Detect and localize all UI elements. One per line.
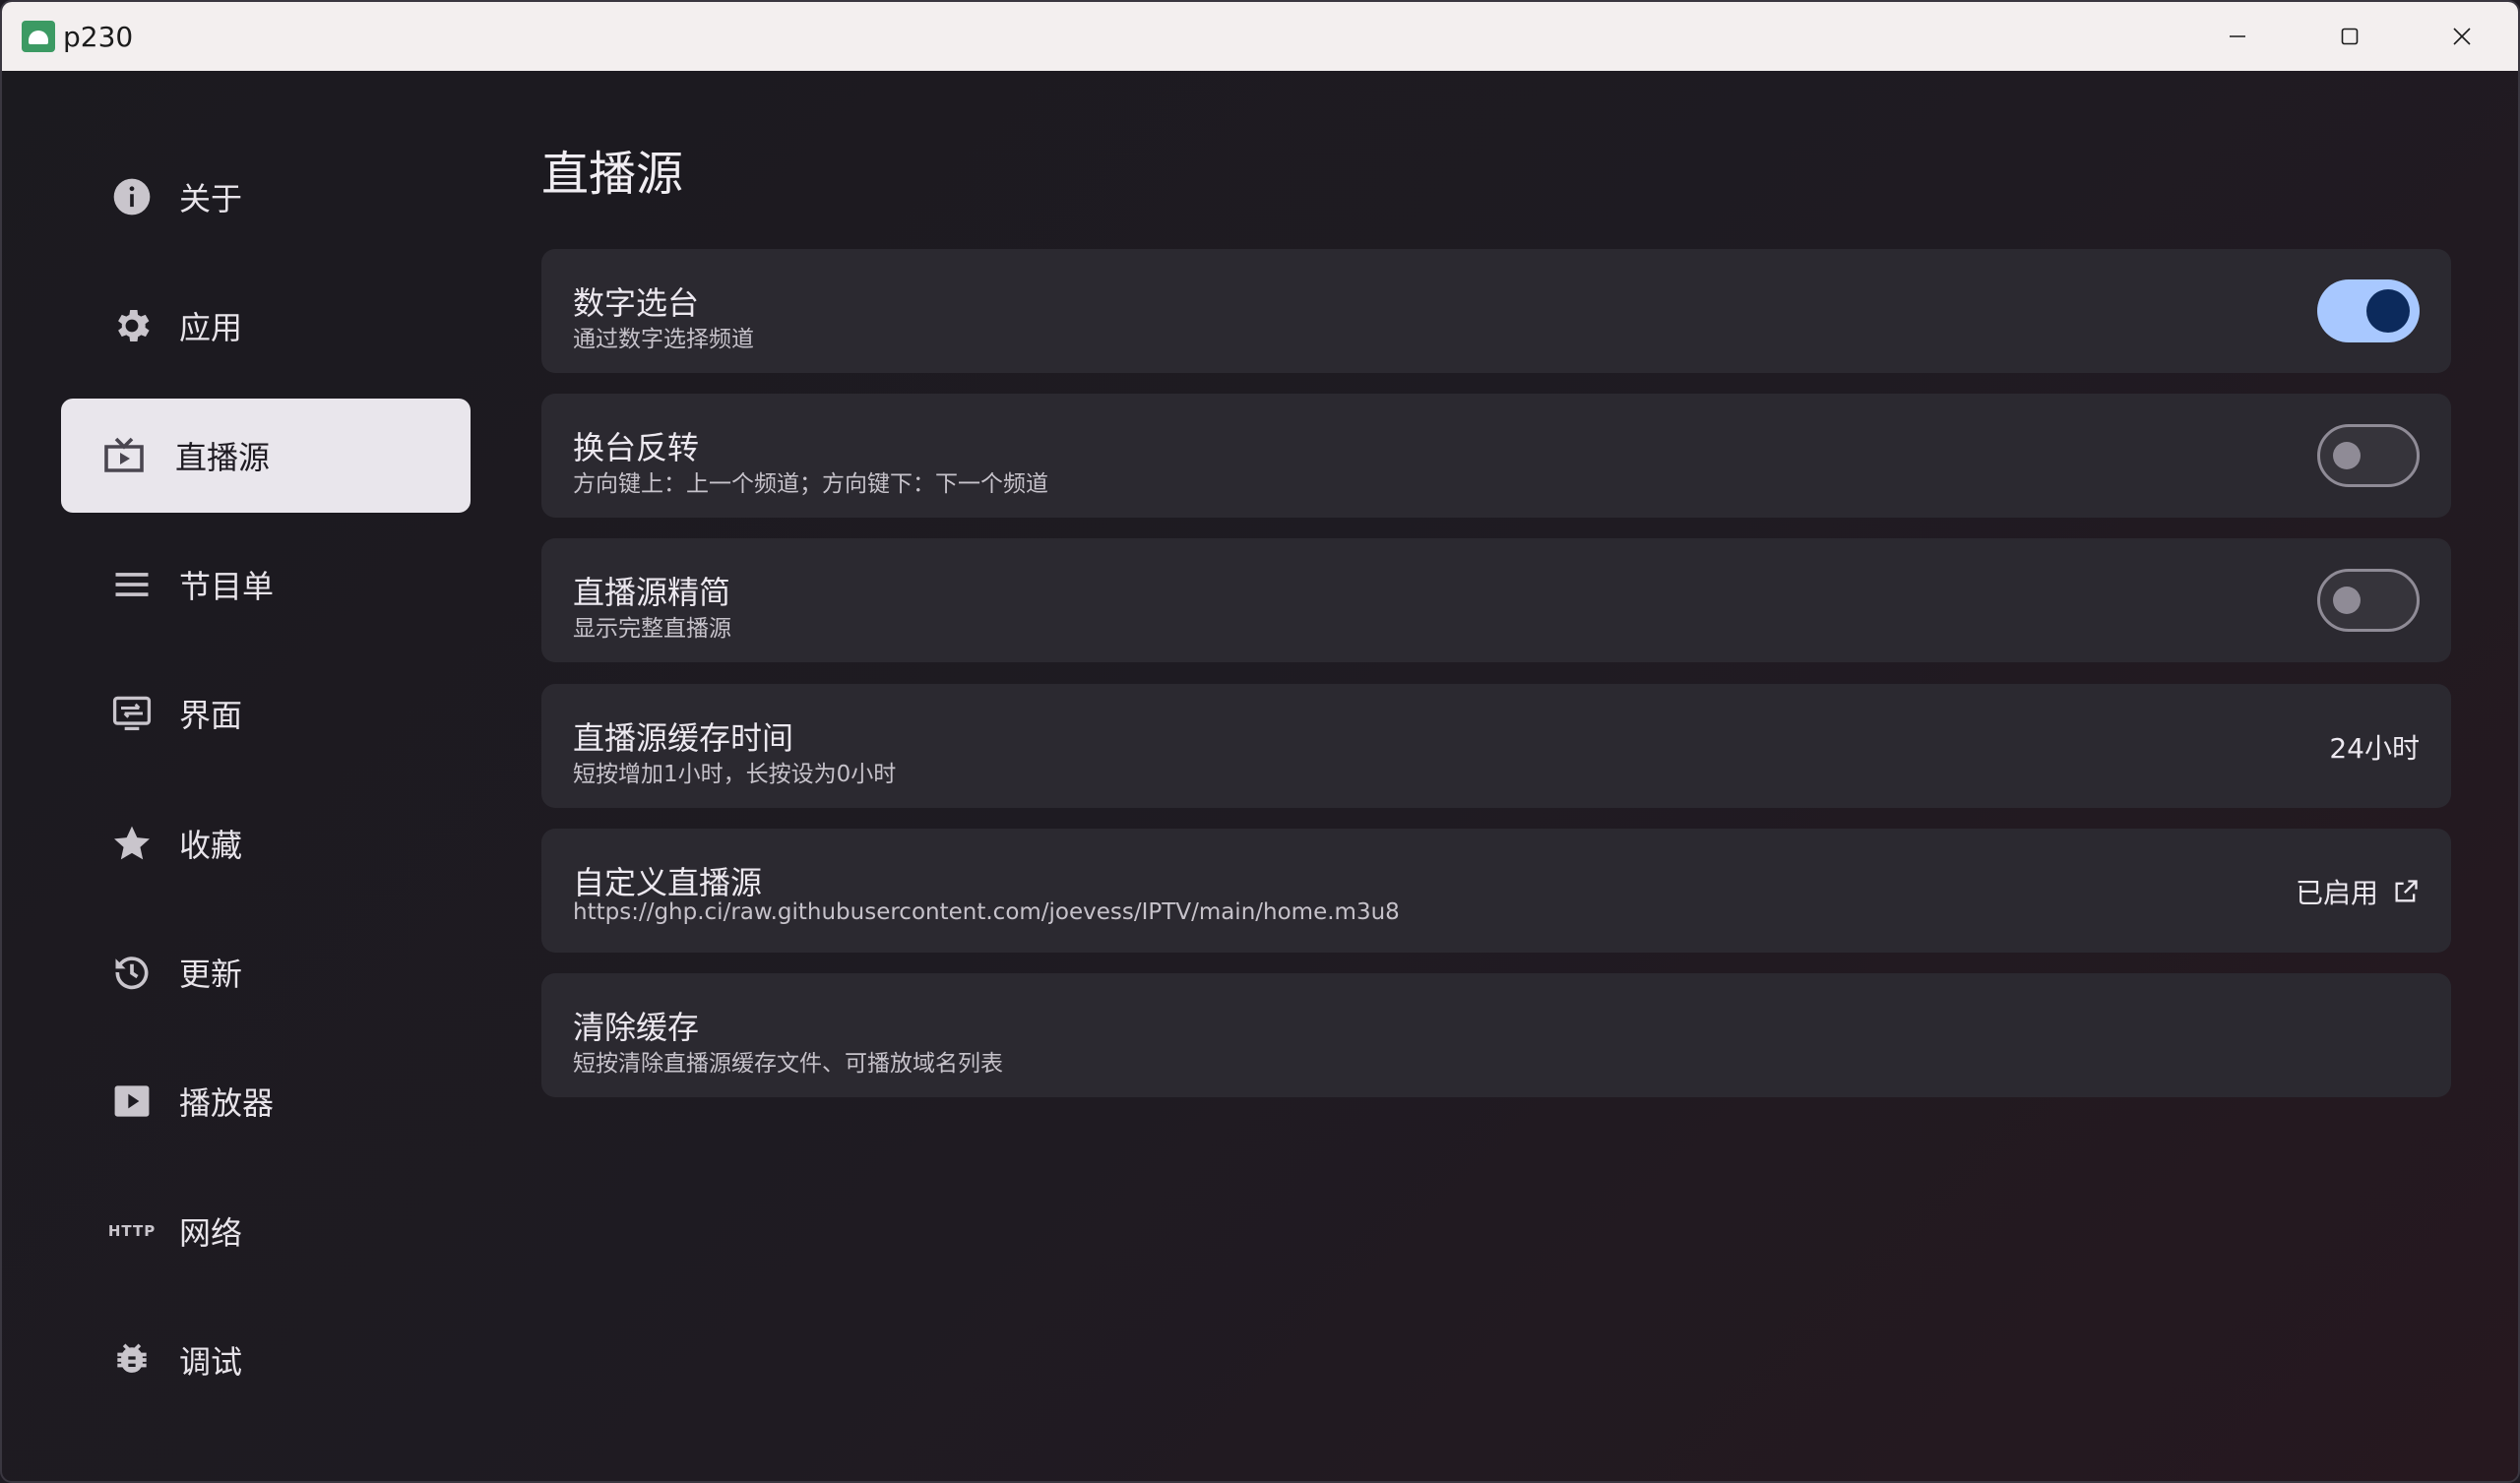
setting-subtitle: 短按增加1小时，长按设为0小时: [573, 762, 897, 787]
setting-subtitle: 显示完整直播源: [573, 616, 731, 642]
setting-subtitle: 短按清除直播源缓存文件、可播放域名列表: [573, 1051, 1003, 1077]
setting-source-simplify[interactable]: 直播源精简 显示完整直播源: [541, 538, 2451, 662]
source-simplify-toggle[interactable]: [2317, 569, 2420, 632]
close-button[interactable]: [2406, 2, 2518, 71]
setting-subtitle: 方向键上：上一个频道；方向键下：下一个频道: [573, 471, 1048, 497]
title-bar: p230: [2, 2, 2518, 71]
setting-title: 数字选台: [573, 284, 700, 322]
setting-title: 清除缓存: [573, 1009, 700, 1046]
setting-custom-source[interactable]: 自定义直播源 https://ghp.ci/raw.githubusercont…: [541, 829, 2451, 953]
number-select-toggle[interactable]: [2317, 279, 2420, 342]
sidebar-item-favorites[interactable]: 收藏: [61, 786, 471, 900]
sidebar-item-app[interactable]: 应用: [61, 269, 471, 383]
custom-source-status-text: 已启用: [2295, 877, 2378, 909]
sidebar-item-label: 更新: [179, 956, 243, 993]
sidebar-item-label: 直播源: [175, 439, 271, 476]
toggle-knob: [2333, 587, 2361, 614]
sidebar-item-about[interactable]: 关于: [61, 140, 471, 254]
http-icon: HTTP: [107, 1222, 157, 1240]
sidebar-item-live-source[interactable]: 直播源: [61, 399, 471, 513]
setting-channel-reverse[interactable]: 换台反转 方向键上：上一个频道；方向键下：下一个频道: [541, 394, 2451, 518]
setting-title: 换台反转: [573, 429, 700, 466]
window-title: p230: [63, 20, 134, 53]
menu-list-icon: [108, 561, 156, 608]
sidebar-item-debug[interactable]: 调试: [61, 1303, 471, 1417]
live-tv-icon: [100, 432, 148, 479]
gear-icon: [108, 302, 156, 349]
sidebar-item-label: 关于: [179, 180, 243, 217]
setting-subtitle: 通过数字选择频道: [573, 327, 754, 352]
cache-time-value: 24小时: [2329, 732, 2420, 765]
custom-source-url: https://ghp.ci/raw.githubusercontent.com…: [573, 899, 1400, 925]
android-icon: [22, 21, 55, 52]
custom-source-status: 已启用: [2296, 872, 2420, 911]
sidebar-item-label: 网络: [179, 1214, 243, 1252]
sidebar-item-network[interactable]: HTTP 网络: [61, 1174, 471, 1288]
subtitles-icon: [108, 690, 156, 737]
page-title: 直播源: [541, 147, 684, 202]
sidebar-item-update[interactable]: 更新: [61, 915, 471, 1029]
maximize-icon: [2341, 28, 2359, 45]
setting-title: 直播源精简: [573, 574, 731, 611]
minimize-button[interactable]: [2181, 2, 2294, 71]
star-icon: [108, 820, 156, 867]
channel-reverse-toggle[interactable]: [2317, 424, 2420, 487]
toggle-knob: [2366, 289, 2410, 333]
setting-title: 自定义直播源: [573, 864, 763, 901]
maximize-button[interactable]: [2294, 2, 2406, 71]
setting-cache-time[interactable]: 直播源缓存时间 短按增加1小时，长按设为0小时 24小时: [541, 684, 2451, 808]
window-controls: [2181, 2, 2518, 71]
sidebar-item-label: 调试: [179, 1343, 243, 1381]
sidebar-item-epg[interactable]: 节目单: [61, 527, 471, 642]
sidebar-item-label: 界面: [179, 697, 243, 734]
minimize-icon: [2230, 35, 2245, 37]
close-icon: [2453, 28, 2471, 45]
history-update-icon: [108, 949, 156, 996]
play-box-icon: [108, 1078, 156, 1125]
sidebar-item-ui[interactable]: 界面: [61, 656, 471, 771]
sidebar: 关于 应用 直播源 节目单 界面 收藏 更新 播放器 HTTP 网络 调试: [2, 71, 534, 1481]
info-icon: [108, 173, 156, 220]
bug-icon: [108, 1336, 156, 1384]
open-external-icon[interactable]: [2392, 878, 2420, 905]
sidebar-item-label: 应用: [179, 309, 243, 346]
app-window: p230 关于 应用 直播源 节目单 界面 收藏 更新 播放器 HTTP 网络 …: [0, 0, 2520, 1483]
setting-title: 直播源缓存时间: [573, 719, 794, 757]
sidebar-item-label: 播放器: [179, 1084, 275, 1122]
sidebar-item-label: 收藏: [179, 827, 243, 864]
sidebar-item-label: 节目单: [179, 568, 275, 605]
toggle-knob: [2333, 442, 2361, 469]
setting-clear-cache[interactable]: 清除缓存 短按清除直播源缓存文件、可播放域名列表: [541, 973, 2451, 1097]
setting-number-select[interactable]: 数字选台 通过数字选择频道: [541, 249, 2451, 373]
sidebar-item-player[interactable]: 播放器: [61, 1044, 471, 1158]
